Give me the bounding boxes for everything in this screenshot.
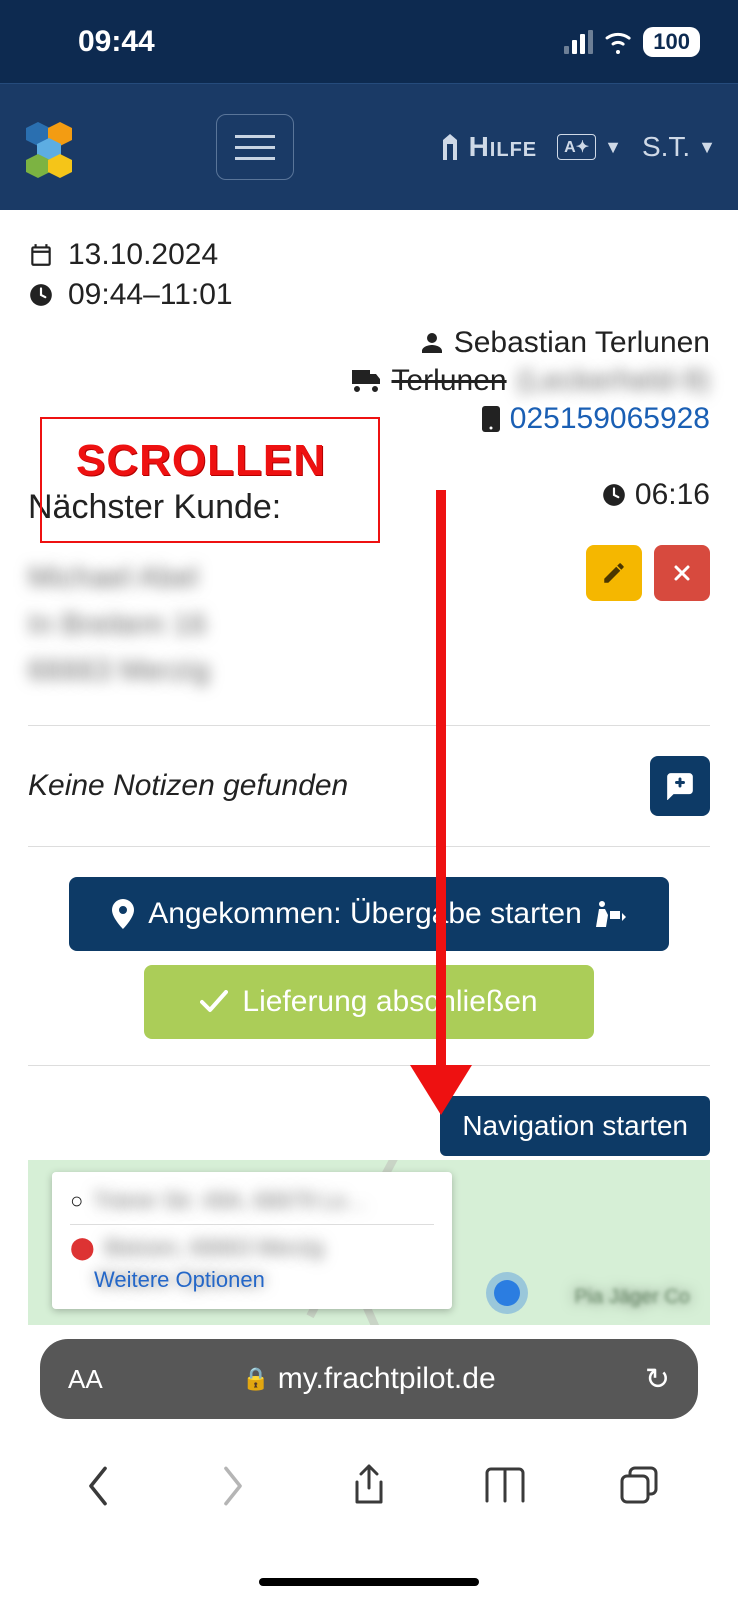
start-navigation-button[interactable]: Navigation starten [440,1096,710,1156]
clock-icon [601,482,627,508]
clock-icon [28,282,54,308]
customer-street: In Breitem 16 [28,602,710,649]
route-dest-icon: ⬤ [70,1235,95,1261]
help-icon [439,134,461,160]
reload-button[interactable]: ↻ [645,1362,670,1397]
divider [28,725,710,726]
language-selector[interactable]: A✦ ▼ [557,134,622,160]
arrived-label: Angekommen: Übergabe starten [148,897,582,931]
text-size-button[interactable]: AA [68,1364,103,1395]
handover-icon [596,901,626,927]
user-short-label: S.T. [642,131,690,163]
share-button[interactable] [344,1461,394,1511]
start-nav-label: Navigation starten [462,1110,688,1141]
battery-indicator: 100 [643,27,700,57]
app-navbar: Hilfe A✦ ▼ S.T. ▼ [0,83,738,210]
tour-date-row: 13.10.2024 [28,238,710,272]
browser-toolbar [0,1461,738,1511]
truck-icon [352,370,382,392]
tour-time-row: 09:44–11:01 [28,278,710,312]
back-button[interactable] [73,1461,123,1511]
customer-address: Michael Abel In Breitem 16 66663 Merzig [28,555,710,695]
edit-button[interactable] [586,545,642,601]
map-preview[interactable]: Pia Jäger Co ○ Trierer Str. 49A, 66679 L… [28,1160,710,1350]
bookmarks-button[interactable] [480,1461,530,1511]
status-right: 100 [564,27,700,57]
browser-chrome: AA 🔒 my.frachtpilot.de ↻ [0,1325,738,1600]
pin-icon [112,899,134,929]
user-icon [420,331,444,355]
arrived-button[interactable]: Angekommen: Übergabe starten [69,877,669,951]
status-bar: 09:44 100 [0,0,738,83]
phone-link[interactable]: 025159065928 [510,402,710,436]
cellular-icon [564,30,593,54]
forward-button[interactable] [208,1461,258,1511]
route-more-options[interactable]: Weitere Optionen [94,1267,434,1293]
vehicle-detail: (Leckerheld-9) [517,364,710,398]
map-poi-label: Pia Jäger Co [574,1286,690,1309]
tour-time-window: 09:44–11:01 [68,278,233,312]
menu-button[interactable] [216,114,294,180]
driver-name: Sebastian Terlunen [454,326,710,360]
notes-row: Keine Notizen gefunden [28,756,710,816]
main-content: 13.10.2024 09:44–11:01 Sebastian Terlune… [0,210,738,1350]
map-route-card[interactable]: ○ Trierer Str. 49A, 66679 Lo… ⬤ Bietzen,… [52,1172,452,1309]
phone-icon [482,406,500,432]
wifi-icon [603,30,633,54]
home-indicator [259,1578,479,1586]
notes-empty-text: Keine Notizen gefunden [28,769,348,803]
user-menu[interactable]: S.T. ▼ [642,131,716,163]
chevron-down-icon: ▼ [604,137,622,158]
address-bar[interactable]: AA 🔒 my.frachtpilot.de ↻ [40,1339,698,1419]
map-current-location-icon [494,1280,520,1306]
language-icon: A✦ [557,134,596,160]
eta-value: 06:16 [635,478,710,512]
check-icon [200,990,228,1014]
calendar-icon [28,242,54,268]
route-origin: Trierer Str. 49A, 66679 Lo… [93,1188,367,1214]
route-origin-icon: ○ [70,1188,83,1214]
annotation-arrow-icon [410,490,470,1115]
add-note-button[interactable] [650,756,710,816]
complete-delivery-button[interactable]: Lieferung abschließen [144,965,594,1039]
divider [28,846,710,847]
complete-label: Lieferung abschließen [242,985,537,1019]
url-text: my.frachtpilot.de [278,1362,496,1396]
app-logo[interactable] [22,120,76,174]
navbar-right: Hilfe A✦ ▼ S.T. ▼ [439,131,716,163]
annotation-label: SCROLLEN [76,436,326,486]
help-label: Hilfe [469,131,538,163]
route-dest: Bietzen, 66663 Merzig [105,1235,324,1261]
help-link[interactable]: Hilfe [439,131,538,163]
divider [28,1065,710,1066]
chevron-down-icon: ▼ [698,137,716,158]
vehicle-name: Terlunen [392,364,507,398]
tour-date: 13.10.2024 [68,238,218,272]
cancel-button[interactable] [654,545,710,601]
next-customer-eta: 06:16 [601,478,710,512]
status-time: 09:44 [78,25,155,59]
customer-city: 66663 Merzig [28,648,710,695]
tabs-button[interactable] [615,1461,665,1511]
lock-icon: 🔒 [242,1366,269,1392]
